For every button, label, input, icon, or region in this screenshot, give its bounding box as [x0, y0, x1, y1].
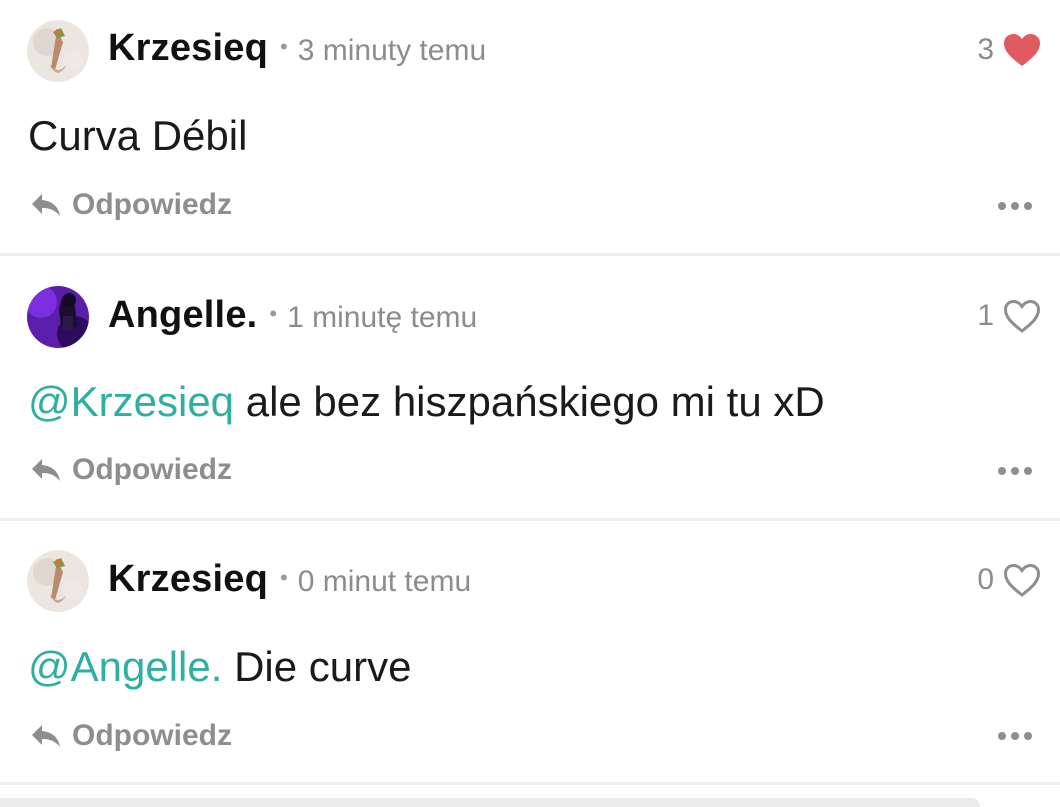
- comment-timestamp: 0 minut temu: [297, 565, 472, 598]
- more-dot: [1024, 732, 1032, 740]
- reply-button[interactable]: Odpowiedz: [30, 453, 232, 487]
- like-control[interactable]: 0: [977, 562, 1042, 598]
- comment-text: Curva Débil: [28, 112, 247, 160]
- reply-label: Odpowiedz: [72, 719, 232, 752]
- avatar-image-icon: [27, 550, 89, 612]
- reply-arrow-icon: [32, 725, 60, 747]
- more-dot: [1011, 467, 1019, 475]
- comment-username[interactable]: Krzesieq: [108, 27, 268, 70]
- more-options-button[interactable]: [998, 467, 1032, 475]
- like-control[interactable]: 1: [977, 298, 1042, 334]
- like-count: 0: [977, 563, 994, 596]
- comment-timestamp: 3 minuty temu: [297, 34, 487, 67]
- comment-mention[interactable]: @Angelle.: [28, 643, 222, 690]
- comment-divider: [0, 782, 1060, 785]
- user-avatar[interactable]: [27, 20, 89, 82]
- more-dot: [1011, 202, 1019, 210]
- comment-item: Angelle. • 1 minutę temu 1 @Krzesieq ale…: [0, 256, 1060, 518]
- user-avatar[interactable]: [27, 550, 89, 612]
- like-control[interactable]: 3: [977, 32, 1042, 68]
- comment-text: @Angelle. Die curve: [28, 643, 411, 691]
- more-dot: [1011, 732, 1019, 740]
- more-options-button[interactable]: [998, 202, 1032, 210]
- more-options-icon: [998, 467, 1006, 475]
- heart-outline-icon[interactable]: [1002, 562, 1042, 598]
- user-avatar[interactable]: [27, 286, 89, 348]
- reply-arrow-icon: [32, 459, 60, 481]
- reply-label: Odpowiedz: [72, 188, 232, 221]
- like-count: 3: [977, 33, 994, 66]
- comment-text: @Krzesieq ale bez hiszpańskiego mi tu xD: [28, 378, 825, 426]
- more-dot: [1024, 202, 1032, 210]
- time-separator: •: [280, 565, 288, 590]
- more-dot: [1024, 467, 1032, 475]
- reply-button[interactable]: Odpowiedz: [30, 719, 232, 753]
- comment-input-bar[interactable]: [0, 798, 980, 807]
- avatar-image-icon: [27, 286, 89, 348]
- more-options-icon: [998, 202, 1006, 210]
- comment-body: Die curve: [222, 643, 412, 690]
- comment-body: ale bez hiszpańskiego mi tu xD: [234, 378, 825, 425]
- comment-mention[interactable]: @Krzesieq: [28, 378, 234, 425]
- comment-item: Krzesieq • 0 minut temu 0 @Angelle. Die …: [0, 521, 1060, 782]
- reply-arrow-icon: [32, 194, 60, 216]
- comment-body: Curva Débil: [28, 112, 248, 159]
- heart-filled-icon[interactable]: [1002, 32, 1042, 68]
- time-separator: •: [280, 34, 288, 59]
- time-separator: •: [269, 301, 278, 326]
- reply-button[interactable]: Odpowiedz: [30, 188, 232, 222]
- comment-item: Krzesieq • 3 minuty temu 3 Curva Débil O…: [0, 0, 1060, 253]
- heart-outline-icon[interactable]: [1002, 298, 1042, 334]
- comment-timestamp: 1 minutę temu: [287, 301, 478, 334]
- reply-label: Odpowiedz: [72, 453, 232, 486]
- more-options-button[interactable]: [998, 732, 1032, 740]
- like-count: 1: [977, 299, 994, 332]
- comment-username[interactable]: Angelle.: [108, 294, 257, 337]
- more-options-icon: [998, 732, 1006, 740]
- avatar-image-icon: [27, 20, 89, 82]
- comment-username[interactable]: Krzesieq: [108, 558, 268, 601]
